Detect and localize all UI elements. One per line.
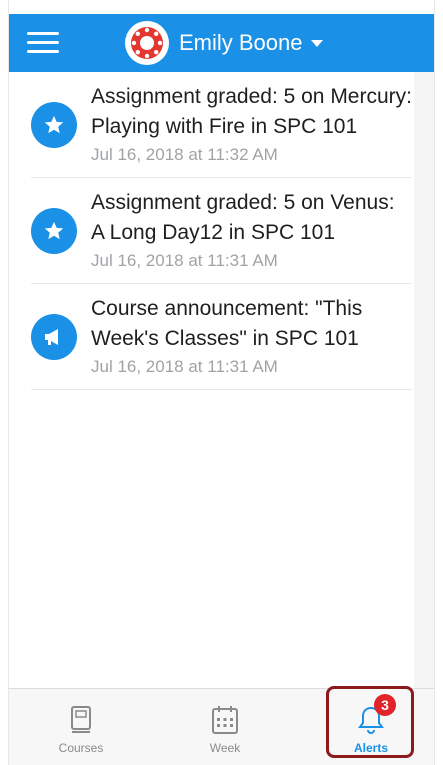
hamburger-menu-icon[interactable] [27, 30, 61, 56]
notification-date: Jul 16, 2018 at 11:31 AM [91, 357, 278, 376]
notification-date: Jul 16, 2018 at 11:32 AM [91, 145, 278, 164]
book-icon [71, 706, 91, 733]
user-name-label: Emily Boone [179, 30, 303, 55]
star-icon [31, 101, 77, 148]
megaphone-icon [31, 313, 77, 360]
alerts-tab-highlight [326, 686, 414, 758]
tab-week[interactable]: Week [165, 689, 285, 755]
canvas-logo-icon [125, 21, 169, 65]
notification-title: Assignment graded: 5 on Venus: A Long Da… [91, 191, 395, 244]
tab-courses[interactable]: Courses [21, 689, 141, 755]
notification-item[interactable]: Course announcement: "This Week's Classe… [31, 284, 412, 390]
notification-title: Course announcement: "This Week's Classe… [91, 297, 363, 350]
notification-list: Assignment graded: 5 on Mercury: Playing… [9, 72, 434, 390]
notification-item[interactable]: Assignment graded: 5 on Mercury: Playing… [31, 72, 412, 178]
tab-courses-label: Courses [58, 741, 104, 755]
notification-item[interactable]: Assignment graded: 5 on Venus: A Long Da… [31, 178, 412, 284]
app-frame: Emily Boone Assignment graded: 5 on Merc… [8, 0, 435, 765]
notification-title: Assignment graded: 5 on Mercury: Playing… [91, 85, 412, 138]
star-icon [31, 207, 77, 254]
alerts-count-badge: 3 [374, 694, 396, 716]
user-switcher-button[interactable]: Emily Boone [125, 21, 323, 65]
top-nav-bar: Emily Boone [9, 14, 434, 72]
chevron-down-icon [310, 39, 323, 47]
calendar-icon [212, 706, 238, 734]
notification-date: Jul 16, 2018 at 11:31 AM [91, 251, 278, 270]
tab-week-label: Week [209, 741, 241, 755]
